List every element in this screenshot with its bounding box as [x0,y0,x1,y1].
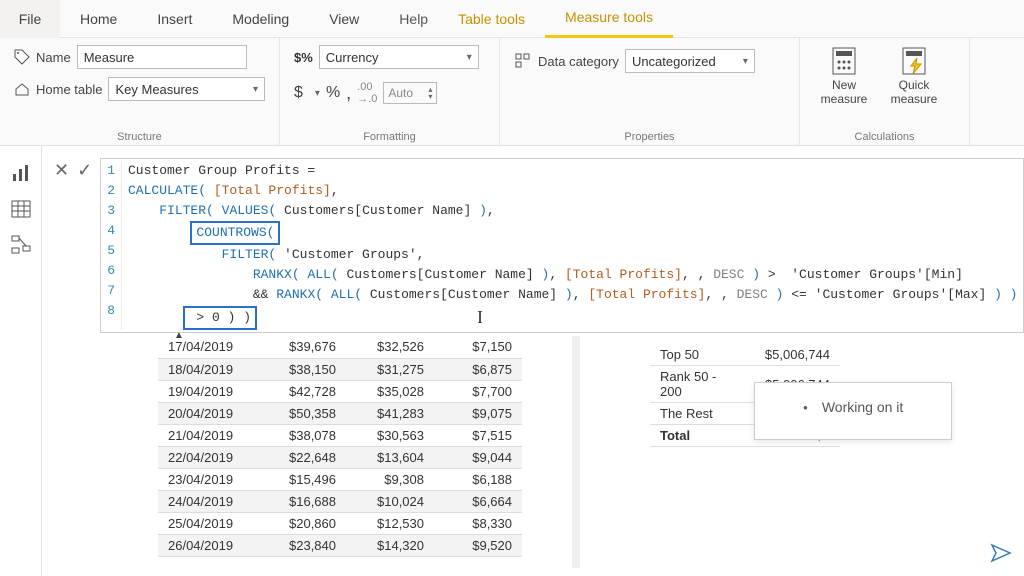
tab-measure-tools[interactable]: Measure tools [545,0,673,38]
loading-dot-icon: ● [803,403,808,412]
tab-modeling[interactable]: Modeling [212,0,309,38]
table-row[interactable]: 25/04/2019$20,860$12,530$8,330 [158,512,522,534]
loading-tooltip: ● Working on it [754,382,952,440]
table-row[interactable]: 19/04/2019$42,728$35,028$7,700 [158,380,522,402]
name-label: Name [36,50,71,65]
line-gutter: 12345678 [101,161,122,330]
ribbon-group-properties: Data category Uncategorized ▾ Properties [500,38,800,145]
home-table-dropdown[interactable]: Key Measures ▾ [108,77,265,101]
measure-name-value: Measure [84,50,135,65]
view-rail [0,146,42,576]
group-label-formatting: Formatting [294,129,485,143]
calculator-icon [829,46,859,76]
table-row[interactable]: 21/04/2019$38,078$30,563$7,515 [158,424,522,446]
category-icon [514,52,532,70]
data-category-label: Data category [538,54,619,69]
text-cursor-icon: I [477,307,483,327]
data-view-icon[interactable] [10,198,32,220]
tab-help[interactable]: Help [379,0,438,38]
quick-measure-button[interactable]: Quick measure [884,44,944,108]
ribbon-tabstrip: File Home Insert Modeling View Help Tabl… [0,0,1024,38]
quick-measure-label: Quick measure [890,78,938,106]
group-label-calculations: Calculations [814,129,955,143]
measure-name-input[interactable]: Measure [77,45,247,69]
currency-button[interactable]: $ [294,84,303,102]
table-row[interactable]: 17/04/2019$39,676$32,526$7,150 [158,336,522,358]
decimal-button[interactable]: .00→.0 [357,81,377,105]
ribbon-group-formatting: $% Currency ▾ $ ▾ % , .00→.0 Auto ▴▾ Form… [280,38,500,145]
report-view-icon[interactable] [10,162,32,184]
calculator-lightning-icon [899,46,929,76]
tag-icon [14,49,30,65]
chevron-down-icon: ▾ [467,52,472,63]
group-label-properties: Properties [514,129,785,143]
ribbon-group-structure: Name Measure Home table Key Measures ▾ S… [0,38,280,145]
data-category-value: Uncategorized [632,54,716,69]
tab-home[interactable]: Home [60,0,137,38]
table-row[interactable]: 24/04/2019$16,688$10,024$6,664 [158,490,522,512]
table-row[interactable]: Top 50$5,006,744 [650,344,840,366]
vertical-scrollbar[interactable] [572,336,580,568]
group-label-structure: Structure [14,129,265,143]
subscribe-icon[interactable] [988,543,1014,566]
ribbon: Name Measure Home table Key Measures ▾ S… [0,38,1024,146]
results-table-left: 17/04/2019$39,676$32,526$7,15018/04/2019… [158,336,568,557]
ribbon-group-calculations: New measure Quick measure Calculations [800,38,970,145]
new-measure-button[interactable]: New measure [814,44,874,108]
table-row[interactable]: 20/04/2019$50,358$41,283$9,075 [158,402,522,424]
formula-bar: ✕ ✓ 12345678 Customer Group Profits = CA… [54,158,1024,333]
table-row[interactable]: 22/04/2019$22,648$13,604$9,044 [158,446,522,468]
home-table-value: Key Measures [115,82,198,97]
precision-value: Auto [388,86,413,100]
chevron-down-icon: ▾ [743,56,748,67]
format-prefix-icon: $% [294,50,313,65]
tab-insert[interactable]: Insert [137,0,212,38]
tab-table-tools[interactable]: Table tools [438,0,545,38]
home-icon [14,81,30,97]
highlight-countrows: COUNTROWS( [190,221,280,245]
format-dropdown[interactable]: Currency ▾ [319,45,479,69]
formula-code: Customer Group Profits = CALCULATE( [Tot… [122,161,1023,330]
formula-editor[interactable]: 12345678 Customer Group Profits = CALCUL… [100,158,1024,333]
tooltip-text: Working on it [822,399,903,415]
percent-button[interactable]: % [326,84,340,102]
table-row[interactable]: 18/04/2019$38,150$31,275$6,875 [158,358,522,380]
highlight-gtzero: > 0 ) ) [183,306,257,330]
tab-file[interactable]: File [0,0,60,38]
commit-formula-button[interactable]: ✓ [77,160,92,181]
table-row[interactable]: 26/04/2019$23,840$14,320$9,520 [158,534,522,556]
home-table-label: Home table [36,82,102,97]
data-category-dropdown[interactable]: Uncategorized ▾ [625,49,755,73]
table-row[interactable]: 23/04/2019$15,496$9,308$6,188 [158,468,522,490]
tab-view[interactable]: View [309,0,379,38]
thousands-button[interactable]: , [346,83,351,104]
model-view-icon[interactable] [10,234,32,256]
chevron-down-icon: ▾ [253,84,258,95]
new-measure-label: New measure [820,78,868,106]
decimal-places-input[interactable]: Auto ▴▾ [383,82,437,104]
format-value: Currency [326,50,379,65]
data-grid[interactable]: 17/04/2019$39,676$32,526$7,15018/04/2019… [158,336,522,557]
cancel-formula-button[interactable]: ✕ [54,160,69,181]
